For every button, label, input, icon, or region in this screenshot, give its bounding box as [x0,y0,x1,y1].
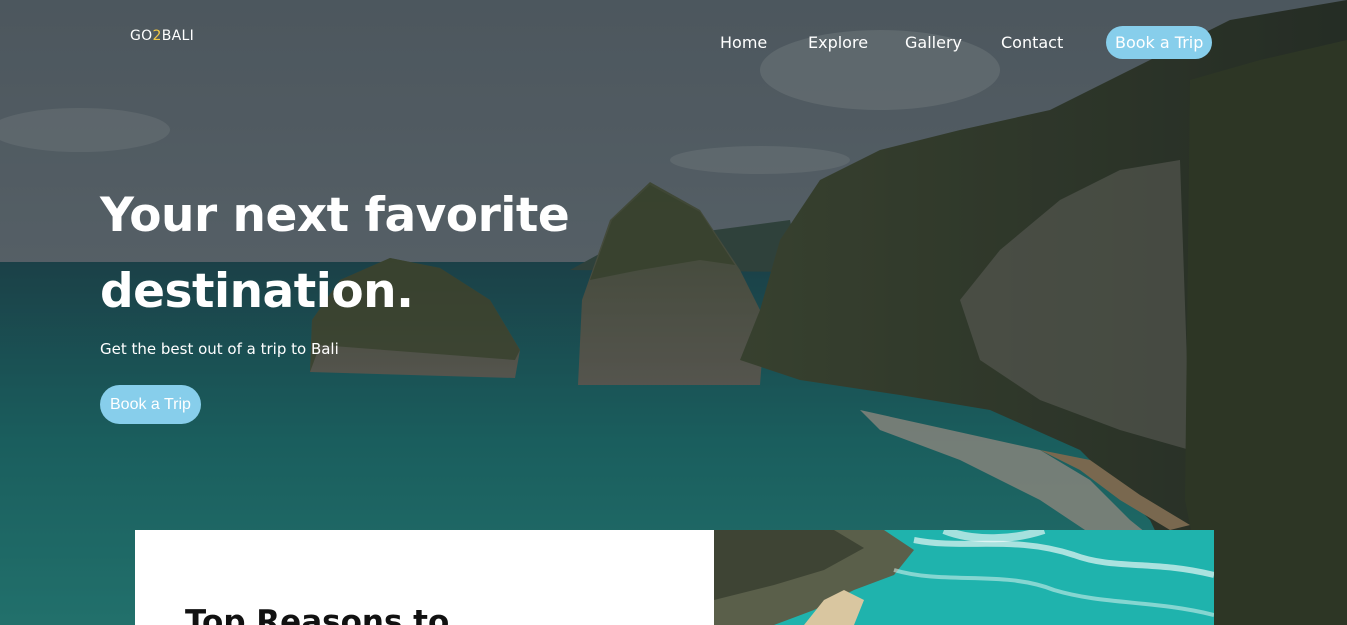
nav-link-contact[interactable]: Contact [1001,33,1063,52]
reasons-card: Top Reasons to [135,530,715,625]
nav-link-gallery[interactable]: Gallery [905,33,962,52]
hero-book-trip-button[interactable]: Book a Trip [100,385,201,424]
brand-suffix: BALI [161,28,194,44]
aerial-beach-image [714,530,1214,625]
brand-logo[interactable]: GO2BALI [130,28,194,44]
hero-subtitle: Get the best out of a trip to Bali [100,340,339,358]
brand-accent: 2 [152,28,162,44]
nav-link-explore[interactable]: Explore [808,33,868,52]
hero-title: Your next favorite destination. [100,188,570,319]
reasons-heading: Top Reasons to [185,604,450,625]
main-nav: Home Explore Gallery Contact Book a Trip [700,26,1220,60]
aerial-beach-photo [714,530,1214,625]
brand-prefix: GO [130,28,153,44]
nav-link-home[interactable]: Home [720,33,767,52]
nav-book-trip-button[interactable]: Book a Trip [1106,26,1213,59]
